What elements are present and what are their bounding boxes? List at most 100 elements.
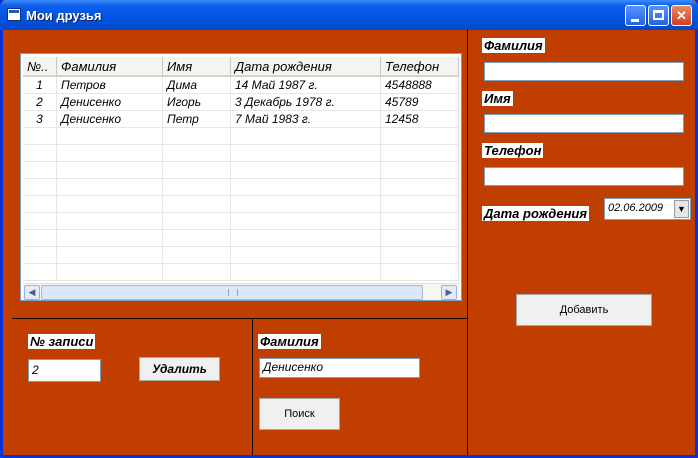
cell-name bbox=[163, 179, 231, 196]
cell-number bbox=[23, 128, 57, 145]
cell-birthdate: 7 Май 1983 г. bbox=[231, 111, 381, 128]
close-icon: ✕ bbox=[676, 8, 687, 23]
cell-birthdate: 14 Май 1987 г. bbox=[231, 77, 381, 94]
maximize-button[interactable] bbox=[648, 5, 669, 26]
maximize-icon bbox=[653, 10, 664, 20]
table-row[interactable]: 2 Денисенко Игорь 3 Декабрь 1978 г. 45789 bbox=[23, 94, 459, 111]
cell-surname bbox=[57, 264, 163, 281]
cell-phone: 12458 bbox=[381, 111, 459, 128]
birthdate-label: Дата рождения bbox=[482, 206, 590, 221]
table-row[interactable]: 3 Денисенко Петр 7 Май 1983 г. 12458 bbox=[23, 111, 459, 128]
search-surname-label: Фамилия bbox=[258, 334, 321, 349]
cell-birthdate bbox=[231, 179, 381, 196]
search-button[interactable]: Поиск bbox=[259, 398, 340, 430]
cell-phone bbox=[381, 264, 459, 281]
table-row[interactable] bbox=[23, 196, 459, 213]
add-button[interactable]: Добавить bbox=[516, 294, 652, 326]
scroll-right-button[interactable]: ▶ bbox=[441, 285, 457, 300]
cell-surname bbox=[57, 162, 163, 179]
cell-surname: Денисенко bbox=[57, 111, 163, 128]
cell-name bbox=[163, 196, 231, 213]
birthdate-picker[interactable]: 02.06.2009 ▼ bbox=[604, 198, 691, 220]
table-row[interactable] bbox=[23, 162, 459, 179]
table-row[interactable] bbox=[23, 247, 459, 264]
column-header-phone[interactable]: Телефон bbox=[381, 57, 459, 77]
cell-name bbox=[163, 128, 231, 145]
cell-birthdate bbox=[231, 145, 381, 162]
cell-phone bbox=[381, 213, 459, 230]
cell-name bbox=[163, 264, 231, 281]
table-row[interactable] bbox=[23, 213, 459, 230]
cell-surname: Петров bbox=[57, 77, 163, 94]
delete-button[interactable]: Удалить bbox=[139, 357, 220, 381]
cell-birthdate bbox=[231, 247, 381, 264]
table-row[interactable] bbox=[23, 179, 459, 196]
cell-surname bbox=[57, 196, 163, 213]
table-row[interactable] bbox=[23, 230, 459, 247]
cell-phone bbox=[381, 196, 459, 213]
cell-phone: 4548888 bbox=[381, 77, 459, 94]
cell-birthdate bbox=[231, 128, 381, 145]
name-label: Имя bbox=[482, 91, 513, 106]
cell-number bbox=[23, 196, 57, 213]
column-header-surname[interactable]: Фамилия bbox=[57, 57, 163, 77]
table-row[interactable] bbox=[23, 128, 459, 145]
cell-name bbox=[163, 230, 231, 247]
horizontal-divider-bottom bbox=[12, 318, 467, 319]
app-window-icon bbox=[7, 8, 21, 21]
minimize-button[interactable] bbox=[625, 5, 646, 26]
name-input[interactable] bbox=[484, 114, 684, 133]
search-surname-input[interactable]: Денисенко bbox=[259, 358, 420, 378]
cell-phone bbox=[381, 145, 459, 162]
cell-number bbox=[23, 179, 57, 196]
cell-phone bbox=[381, 230, 459, 247]
cell-number bbox=[23, 162, 57, 179]
vertical-divider-bottom bbox=[252, 318, 253, 455]
cell-surname bbox=[57, 145, 163, 162]
cell-name bbox=[163, 247, 231, 264]
cell-phone: 45789 bbox=[381, 94, 459, 111]
scroll-thumb[interactable] bbox=[41, 285, 423, 300]
title-bar[interactable]: Мои друзья ✕ bbox=[0, 0, 698, 30]
table-row[interactable] bbox=[23, 145, 459, 162]
surname-label: Фамилия bbox=[482, 38, 545, 53]
cell-birthdate: 3 Декабрь 1978 г. bbox=[231, 94, 381, 111]
cell-number: 1 bbox=[23, 77, 57, 94]
cell-number bbox=[23, 145, 57, 162]
cell-number: 3 bbox=[23, 111, 57, 128]
cell-surname bbox=[57, 247, 163, 264]
cell-phone bbox=[381, 162, 459, 179]
scroll-left-button[interactable]: ◀ bbox=[24, 285, 40, 300]
cell-birthdate bbox=[231, 213, 381, 230]
cell-name: Дима bbox=[163, 77, 231, 94]
grip-icon bbox=[228, 289, 238, 296]
friends-grid[interactable]: №.. Фамилия Имя Дата рождения Телефон 1П… bbox=[20, 53, 462, 301]
cell-name: Игорь bbox=[163, 94, 231, 111]
horizontal-scrollbar[interactable]: ◀ ▶ bbox=[23, 283, 459, 300]
record-number-input[interactable]: 2 bbox=[28, 359, 101, 382]
cell-name bbox=[163, 213, 231, 230]
birthdate-value: 02.06.2009 bbox=[608, 202, 664, 214]
grid-body: 1 Петров Дима 14 Май 1987 г. 4548888 2 Денисен… bbox=[23, 77, 459, 282]
column-header-birthdate[interactable]: Дата рождения bbox=[231, 57, 381, 77]
cell-number bbox=[23, 213, 57, 230]
cell-number bbox=[23, 247, 57, 264]
close-button[interactable]: ✕ bbox=[671, 5, 692, 26]
table-row[interactable]: 1 Петров Дима 14 Май 1987 г. 4548888 bbox=[23, 77, 459, 94]
cell-birthdate bbox=[231, 196, 381, 213]
column-header-number[interactable]: №.. bbox=[23, 57, 57, 77]
cell-surname: Денисенко bbox=[57, 94, 163, 111]
minimize-icon bbox=[631, 19, 639, 22]
cell-name: Петр bbox=[163, 111, 231, 128]
surname-input[interactable] bbox=[484, 62, 684, 81]
cell-birthdate bbox=[231, 162, 381, 179]
phone-input[interactable] bbox=[484, 167, 684, 186]
column-header-name[interactable]: Имя bbox=[163, 57, 231, 77]
cell-name bbox=[163, 162, 231, 179]
cell-birthdate bbox=[231, 230, 381, 247]
cell-phone bbox=[381, 247, 459, 264]
dropdown-arrow-icon[interactable]: ▼ bbox=[674, 200, 689, 218]
table-row[interactable] bbox=[23, 264, 459, 281]
phone-label: Телефон bbox=[482, 143, 544, 158]
cell-number bbox=[23, 264, 57, 281]
